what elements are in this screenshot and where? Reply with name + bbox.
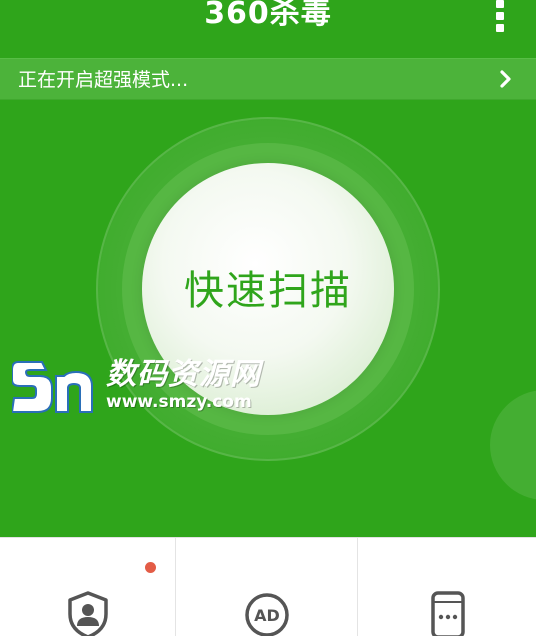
- app-header: 360杀毒: [0, 0, 536, 58]
- shield-user-icon: [68, 591, 108, 636]
- watermark-logo-text: 数码资源网: [106, 357, 261, 392]
- super-mode-banner[interactable]: 正在开启超强模式...: [0, 58, 536, 100]
- app-title: 360杀毒: [204, 0, 332, 31]
- quick-scan-label: 快速扫描: [184, 268, 352, 314]
- watermark-url: www.smzy.com: [106, 392, 252, 412]
- ad-block-icon: AD: [245, 593, 289, 636]
- bottom-toolbar: AD: [0, 537, 536, 636]
- watermark: 数码资源网 www.smzy.com: [12, 358, 272, 418]
- phone-more-icon: [431, 591, 465, 636]
- notification-badge: [145, 562, 156, 573]
- bottom-item-more-tools[interactable]: [358, 538, 536, 636]
- super-mode-status-text: 正在开启超强模式...: [18, 69, 189, 91]
- decorative-bubble: [490, 390, 536, 500]
- svg-text:AD: AD: [254, 606, 280, 625]
- scan-area: 快速扫描 数码资源网 www.smzy.com: [0, 100, 536, 537]
- bottom-item-ad-block[interactable]: AD: [176, 538, 358, 636]
- app-window: 360杀毒 正在开启超强模式... 快速扫描 数码资源网 www.smzy.co…: [0, 0, 536, 636]
- more-vertical-icon[interactable]: [494, 0, 506, 32]
- chevron-right-icon: [500, 70, 511, 88]
- bottom-item-protection[interactable]: [0, 538, 176, 636]
- smzy-logo-icon: [12, 361, 93, 413]
